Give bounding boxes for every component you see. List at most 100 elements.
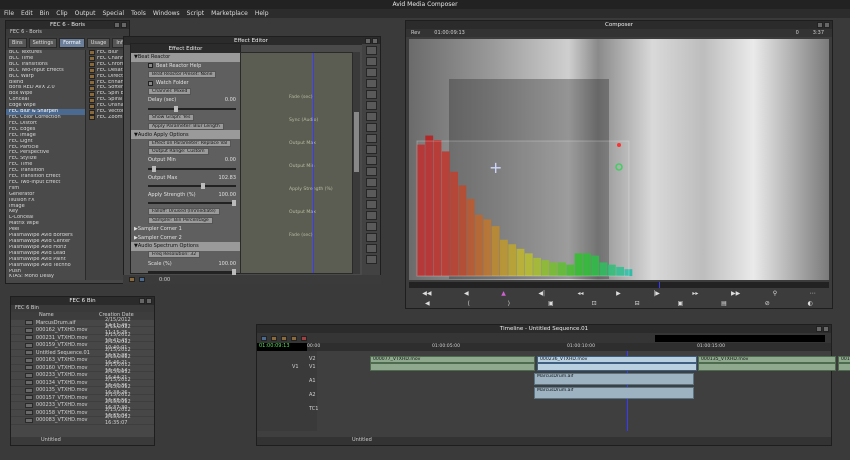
timeline-audio-clip[interactable]: MarcusDrum.aif: [534, 387, 694, 399]
menu-script[interactable]: Script: [187, 10, 204, 17]
minimize-button[interactable]: [817, 22, 823, 28]
step-back-icon[interactable]: ◀◀: [422, 290, 431, 297]
reverse-icon[interactable]: ◂◂: [578, 290, 584, 297]
editor-tool-button[interactable]: [365, 255, 377, 264]
editor-tool-button[interactable]: [365, 167, 377, 176]
close-button[interactable]: [823, 326, 829, 332]
timeline-video-clip[interactable]: 000135_VTXHD.mov: [698, 356, 836, 363]
menu-bin[interactable]: Bin: [40, 10, 50, 17]
clip-name-label[interactable]: Rev: [411, 30, 420, 36]
position-bar[interactable]: [409, 282, 829, 288]
video-monitor[interactable]: +: [409, 39, 829, 280]
tab-usage[interactable]: Usage: [86, 38, 111, 48]
minimize-button[interactable]: [114, 22, 120, 28]
source-track-v1[interactable]: V1: [292, 364, 299, 370]
timeline-video-clip-v1[interactable]: [537, 363, 697, 371]
editor-tool-button[interactable]: [365, 134, 377, 143]
parameter-popup-button[interactable]: Freq Resolution: 32: [148, 251, 201, 259]
sampler-box[interactable]: [416, 140, 630, 277]
parameter-popup-button[interactable]: Output Range: Custom: [148, 148, 209, 156]
editor-tool-button[interactable]: [365, 112, 377, 121]
loop-icon[interactable]: ◐: [808, 300, 813, 307]
tab-settings[interactable]: Settings: [28, 38, 58, 48]
tab-bins[interactable]: Bins: [8, 38, 27, 48]
editor-tool-button[interactable]: [365, 156, 377, 165]
prev-edit-icon[interactable]: ◀|: [538, 290, 545, 297]
settings-icon[interactable]: ⋯: [810, 290, 816, 297]
parameter-slider[interactable]: [148, 269, 236, 276]
extract-icon[interactable]: ⊟: [635, 300, 640, 307]
mark-in-icon[interactable]: ▲: [501, 290, 506, 297]
editor-tool-button[interactable]: [365, 211, 377, 220]
editor-tool-button[interactable]: [365, 123, 377, 132]
editor-tool-button[interactable]: [365, 90, 377, 99]
editor-tool-button[interactable]: [365, 233, 377, 242]
parameter-slider[interactable]: [148, 166, 236, 173]
timeline-audio-clip[interactable]: MarcusDrum.aif: [534, 373, 694, 385]
close-button[interactable]: [146, 298, 152, 304]
menu-windows[interactable]: Windows: [153, 10, 180, 17]
splice-icon[interactable]: ▣: [678, 300, 684, 307]
mode-icon[interactable]: [139, 277, 145, 282]
timeline-video-clip[interactable]: 000236_VTXHD.mov: [537, 356, 697, 363]
menu-tools[interactable]: Tools: [131, 10, 146, 17]
next-edit-icon[interactable]: |▶: [653, 290, 660, 297]
bin-footer[interactable]: Untitled: [11, 437, 154, 445]
effect-category-list[interactable]: BCC Textures BCC Time BCC Transitions BCC T…: [6, 50, 86, 280]
timeline-video-clip[interactable]: 000077_VTXHD.mov: [370, 356, 535, 363]
bin-tab[interactable]: FEC 6 Bin: [11, 305, 154, 312]
menu-clip[interactable]: Clip: [56, 10, 67, 17]
timeline-tool-icon[interactable]: [281, 335, 287, 341]
track-label-v1[interactable]: V1: [309, 364, 316, 370]
track-label-a2[interactable]: A2: [309, 392, 316, 398]
menu-output[interactable]: Output: [75, 10, 96, 17]
timeline-video-clip-v1[interactable]: [370, 363, 535, 371]
editor-tool-button[interactable]: [365, 68, 377, 77]
clear-marks-icon[interactable]: ▣: [548, 300, 554, 307]
parameter-popup-button[interactable]: Channel: Mixed: [148, 88, 192, 96]
slider-thumb[interactable]: [200, 183, 205, 190]
trim-icon[interactable]: ⊘: [765, 300, 770, 307]
menu-edit[interactable]: Edit: [21, 10, 33, 17]
parameter-slider[interactable]: [148, 183, 236, 190]
editor-tool-button[interactable]: [365, 200, 377, 209]
crosshair-icon[interactable]: +: [489, 158, 502, 177]
track-label-tc1[interactable]: TC1: [309, 406, 318, 412]
bin-item-list[interactable]: MarcusDrum.aif 2/15/2012 14:11:49 000162_V…: [11, 317, 154, 426]
parameter-group[interactable]: ▼ Audio Apply Options: [131, 130, 240, 139]
parameter-value[interactable]: 0.00: [225, 97, 236, 103]
forward-icon[interactable]: ▸▸: [692, 290, 698, 297]
go-out-icon[interactable]: ⟩: [508, 300, 510, 307]
editor-tool-button[interactable]: [365, 57, 377, 66]
tab-format[interactable]: Format: [59, 38, 85, 48]
parameter-value[interactable]: 102.83: [219, 175, 237, 181]
track-label-v2[interactable]: V2: [309, 356, 316, 362]
parameter-subgroup[interactable]: ▶ Sampler Corner 1: [131, 225, 240, 234]
timeline-video-clip[interactable]: 001160_VTXHD.mov: [838, 356, 850, 363]
checkbox[interactable]: [148, 63, 153, 69]
editor-tool-button[interactable]: [365, 244, 377, 253]
parameter-subgroup[interactable]: ▶ Sampler Corner 2: [131, 233, 240, 242]
parameter-popup-button[interactable]: Beat Reactor Preset: None: [148, 70, 217, 78]
menu-special[interactable]: Special: [102, 10, 124, 17]
record-icon[interactable]: [301, 335, 307, 341]
parameter-slider[interactable]: [148, 105, 236, 112]
keyframe-handle-icon[interactable]: [617, 143, 621, 147]
timeline-footer[interactable]: Untitled: [257, 437, 831, 445]
play-loop-icon[interactable]: [129, 277, 135, 282]
parameter-popup-button[interactable]: Sampler: Bin Percentage: [148, 217, 213, 225]
timeline-ruler[interactable]: 00:00 01:00:05:00 01:00:10:00 01:00:15:00: [307, 343, 831, 351]
keyframe-graph[interactable]: Fade (sec) Sync (Audio) Output Max Output M…: [240, 52, 353, 274]
minimize-button[interactable]: [816, 326, 822, 332]
parameter-group[interactable]: ▼ Audio Spectrum Options: [131, 242, 240, 251]
timeline-tool-icon[interactable]: [271, 335, 277, 341]
editor-tool-button[interactable]: [365, 178, 377, 187]
bin-item-row[interactable]: 000083_VTXHD.mov 2/15/2012 16:35:07: [11, 414, 154, 426]
editor-tool-button[interactable]: [365, 222, 377, 231]
minimize-button[interactable]: [139, 298, 145, 304]
parameter-slider[interactable]: [148, 200, 236, 207]
editor-scrollbar[interactable]: [353, 52, 360, 274]
editor-tool-button[interactable]: [365, 189, 377, 198]
editor-tool-button[interactable]: [365, 79, 377, 88]
parameter-group[interactable]: ▼ Beat Reactor: [131, 53, 240, 62]
